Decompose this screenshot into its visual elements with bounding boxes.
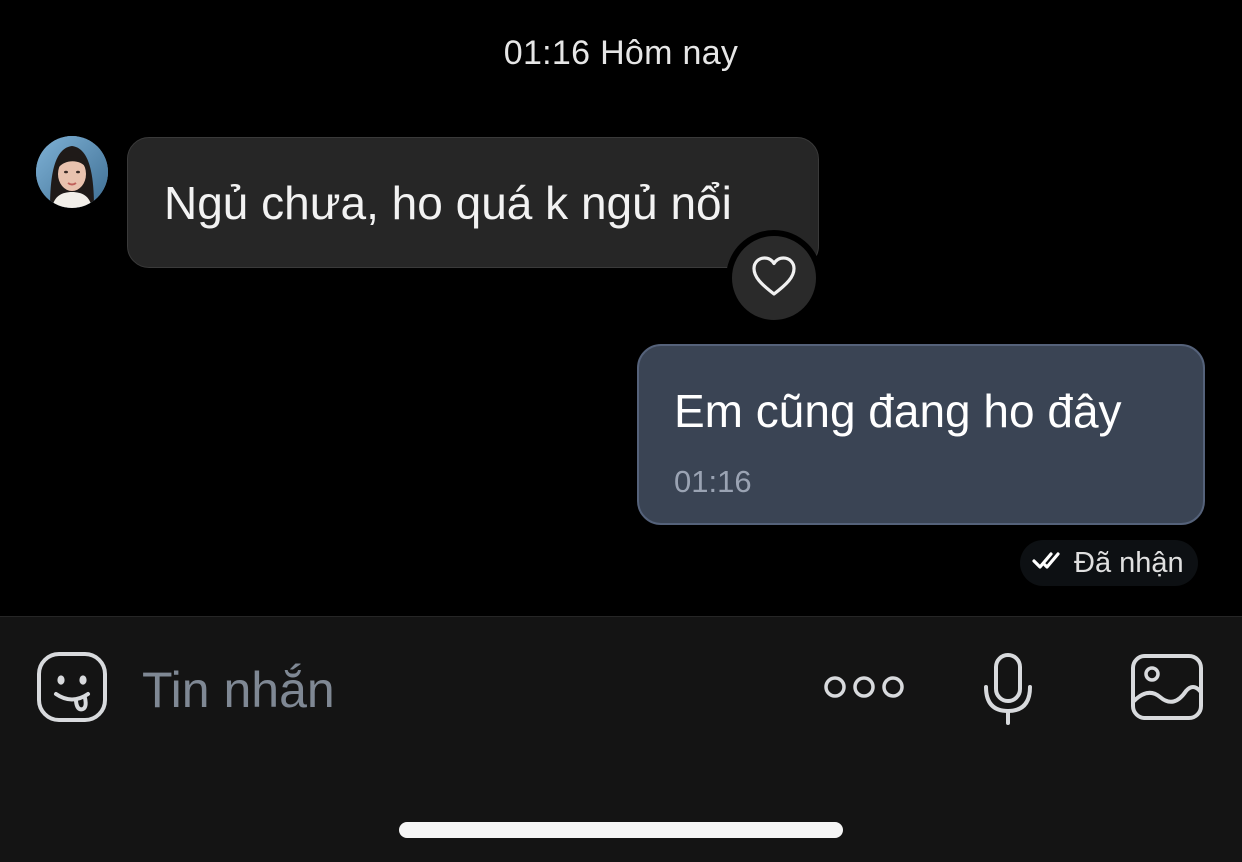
- heart-outline-icon: [751, 255, 797, 302]
- gallery-button[interactable]: [1130, 653, 1204, 726]
- more-options-button[interactable]: [822, 669, 906, 709]
- more-options-icon: [822, 672, 906, 707]
- status-text: Đã nhận: [1074, 546, 1184, 579]
- avatar[interactable]: [36, 136, 108, 208]
- voice-button[interactable]: [980, 651, 1036, 732]
- incoming-message-bubble[interactable]: Ngủ chưa, ho quá k ngủ nổi: [127, 137, 819, 268]
- avatar-image: [36, 136, 108, 208]
- message-time: 01:16: [674, 464, 752, 499]
- delivery-status: Đã nhận: [1020, 540, 1198, 586]
- outgoing-message-bubble[interactable]: Em cũng đang ho đây 01:16: [637, 344, 1205, 525]
- emoji-button[interactable]: [36, 651, 108, 728]
- image-gallery-icon: [1130, 653, 1204, 726]
- home-indicator[interactable]: [399, 822, 843, 838]
- double-check-icon: [1032, 550, 1066, 577]
- microphone-icon: [980, 651, 1036, 732]
- outgoing-message-text: Em cũng đang ho đây: [674, 385, 1122, 437]
- message-input[interactable]: [142, 655, 742, 725]
- reaction-button[interactable]: [726, 230, 822, 326]
- date-header: 01:16 Hôm nay: [503, 34, 739, 72]
- chat-area[interactable]: 01:16 Hôm nay Ngủ chưa, ho quá k ngủ nổi: [0, 0, 1242, 616]
- emoji-sticker-icon: [36, 651, 108, 728]
- incoming-message-text: Ngủ chưa, ho quá k ngủ nổi: [164, 177, 732, 229]
